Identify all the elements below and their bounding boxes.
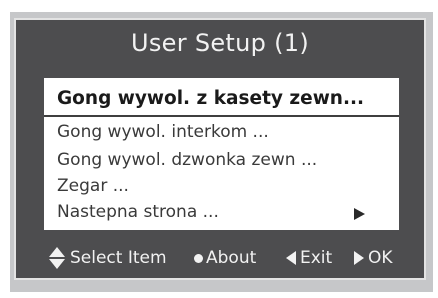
select-item-label: Select Item	[70, 248, 167, 268]
up-down-arrow-icon	[48, 246, 66, 270]
next-page-arrow-icon	[354, 208, 365, 220]
menu-item-intercom-chime[interactable]: Gong wywol. interkom ...	[57, 122, 269, 142]
right-triangle-icon	[354, 251, 364, 265]
setup-menu: Gong wywol. z kasety zewn... Gong wywol.…	[44, 78, 399, 230]
exit-hint[interactable]: Exit	[286, 246, 332, 270]
dot-icon	[194, 253, 203, 263]
select-item-hint[interactable]: Select Item	[48, 246, 167, 270]
about-label: About	[206, 248, 257, 268]
user-setup-panel: User Setup (1) Gong wywol. z kasety zewn…	[14, 18, 426, 280]
about-hint[interactable]: About	[194, 246, 256, 270]
menu-item-clock[interactable]: Zegar ...	[57, 176, 129, 196]
selection-underline	[44, 115, 399, 117]
page-title: User Setup (1)	[130, 29, 309, 57]
left-triangle-icon	[286, 251, 296, 265]
exit-label: Exit	[300, 248, 333, 268]
ok-hint[interactable]: OK	[354, 246, 393, 270]
device-screen: User Setup (1) Gong wywol. z kasety zewn…	[10, 12, 433, 292]
menu-item-doorbell-chime[interactable]: Gong wywol. dzwonka zewn ...	[57, 150, 317, 170]
menu-item-next-page[interactable]: Nastepna strona ...	[57, 202, 219, 222]
ok-label: OK	[368, 248, 393, 268]
menu-item-outdoor-station-chime[interactable]: Gong wywol. z kasety zewn...	[57, 88, 364, 109]
